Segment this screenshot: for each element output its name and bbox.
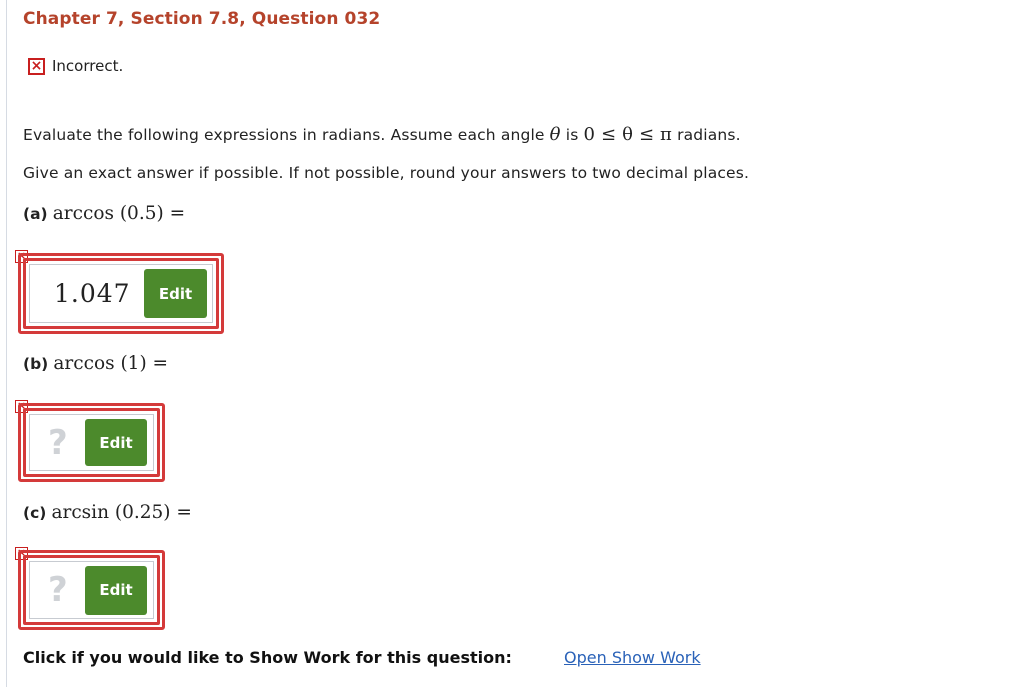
show-work-prompt: Click if you would like to Show Work for… — [23, 648, 512, 667]
instructions-text: radians. — [672, 126, 741, 144]
answer-value: 1.047 — [54, 279, 131, 308]
open-show-work-link[interactable]: Open Show Work — [564, 648, 701, 667]
edit-button-c[interactable]: Edit — [85, 565, 147, 615]
question-mark-icon: ? — [48, 422, 68, 463]
part-c-prompt: (c) arcsin (0.25) = — [23, 502, 192, 523]
x-box-icon: × — [28, 57, 45, 75]
instructions-line-2: Give an exact answer if possible. If not… — [23, 164, 750, 182]
answer-box-b: ? Edit — [18, 403, 165, 482]
angle-range: 0 ≤ θ ≤ π — [583, 124, 673, 145]
left-border — [6, 0, 7, 687]
edit-button-a[interactable]: Edit — [144, 269, 207, 318]
part-expression: arccos (1) = — [53, 353, 169, 374]
part-expression: arcsin (0.25) = — [51, 502, 192, 523]
part-a-prompt: (a) arccos (0.5) = — [23, 203, 185, 224]
instructions-text: Evaluate the following expressions in ra… — [23, 126, 550, 144]
edit-button-b[interactable]: Edit — [85, 419, 147, 466]
question-title: Chapter 7, Section 7.8, Question 032 — [23, 9, 381, 29]
instructions-line-1: Evaluate the following expressions in ra… — [23, 124, 741, 145]
part-label: (a) — [23, 205, 48, 223]
answer-box-c: ? Edit — [18, 550, 165, 630]
status-row: × Incorrect. — [28, 57, 123, 75]
instructions-text: is — [560, 126, 584, 144]
part-label: (b) — [23, 355, 49, 373]
status-text: Incorrect. — [52, 57, 124, 75]
theta-symbol: θ — [549, 124, 561, 145]
answer-box-a: 1.047 Edit — [18, 253, 224, 334]
part-label: (c) — [23, 504, 47, 522]
part-b-prompt: (b) arccos (1) = — [23, 353, 168, 374]
part-expression: arccos (0.5) = — [52, 203, 186, 224]
question-mark-icon: ? — [48, 570, 68, 610]
